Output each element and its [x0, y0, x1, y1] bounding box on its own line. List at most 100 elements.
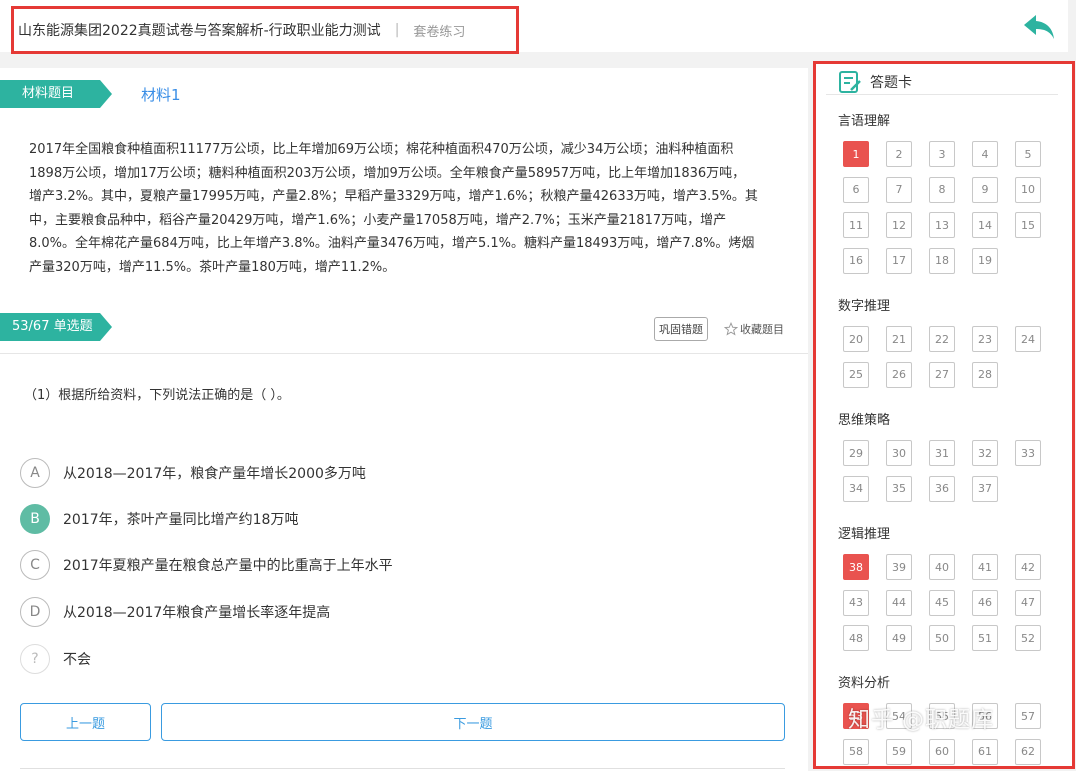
- question-cell-45[interactable]: 45: [929, 589, 955, 616]
- question-cell-46[interactable]: 46: [972, 589, 998, 616]
- section-title: 数字推理: [838, 299, 891, 314]
- question-cell-62[interactable]: 62: [1015, 738, 1041, 765]
- option-letter: D: [20, 597, 50, 627]
- question-stem: （1）根据所给资料，下列说法正确的是（ ）。: [24, 388, 290, 403]
- option-text: 不会: [63, 652, 91, 668]
- question-cell-38[interactable]: 38: [843, 554, 869, 580]
- return-arrow-icon: [1024, 15, 1054, 39]
- question-cell-7[interactable]: 7: [886, 176, 912, 203]
- passage-line: 1898万公顷，增加17万公顷；糖料种植面积203万公顷，增加9万公顷。全年粮食…: [29, 165, 746, 181]
- star-icon: [724, 322, 738, 336]
- material-link[interactable]: 材料1: [141, 84, 181, 105]
- question-cell-15[interactable]: 15: [1015, 212, 1041, 238]
- top-bar: 山东能源集团2022真题试卷与答案解析-行政职业能力测试 | 套卷练习: [0, 0, 1068, 54]
- option-d[interactable]: D 从2018—2017年粮食产量增长率逐年提高: [20, 597, 330, 627]
- practice-mode-label: 套卷练习: [413, 24, 466, 40]
- question-cell-16[interactable]: 16: [843, 247, 869, 274]
- question-cell-28[interactable]: 28: [972, 361, 998, 388]
- question-cell-60[interactable]: 60: [929, 738, 955, 765]
- question-cell-43[interactable]: 43: [843, 589, 869, 616]
- question-cell-20[interactable]: 20: [843, 326, 869, 352]
- back-button[interactable]: [1022, 12, 1056, 42]
- question-cell-19[interactable]: 19: [972, 247, 998, 274]
- question-cell-35[interactable]: 35: [886, 475, 912, 502]
- question-mark-icon: ?: [20, 644, 50, 674]
- option-unknown[interactable]: ? 不会: [20, 644, 91, 674]
- option-letter: B: [20, 504, 50, 534]
- question-number-tag: 53/67 单选题: [0, 313, 112, 341]
- divider: [0, 353, 808, 354]
- question-cell-61[interactable]: 61: [972, 738, 998, 765]
- question-cell-1[interactable]: 1: [843, 141, 869, 167]
- question-cell-42[interactable]: 42: [1015, 554, 1041, 580]
- question-cell-58[interactable]: 58: [843, 738, 869, 765]
- question-cell-39[interactable]: 39: [886, 554, 912, 580]
- answer-card-header: 答题卡: [838, 70, 912, 94]
- question-cell-17[interactable]: 17: [886, 247, 912, 274]
- question-cell-48[interactable]: 48: [843, 625, 869, 651]
- question-cell-29[interactable]: 29: [843, 440, 869, 466]
- option-letter: C: [20, 550, 50, 580]
- question-cell-41[interactable]: 41: [972, 554, 998, 580]
- question-cell-47[interactable]: 47: [1015, 589, 1041, 616]
- favorite-label: 收藏题目: [740, 323, 784, 336]
- question-cell-40[interactable]: 40: [929, 554, 955, 580]
- question-cell-12[interactable]: 12: [886, 212, 912, 238]
- question-cell-34[interactable]: 34: [843, 475, 869, 502]
- question-cell-13[interactable]: 13: [929, 212, 955, 238]
- divider: [826, 94, 1058, 95]
- option-c[interactable]: C 2017年夏粮产量在粮食总产量中的比重高于上年水平: [20, 550, 393, 580]
- question-cell-27[interactable]: 27: [929, 361, 955, 388]
- question-cell-11[interactable]: 11: [843, 212, 869, 238]
- question-cell-36[interactable]: 36: [929, 475, 955, 502]
- question-cell-37[interactable]: 37: [972, 475, 998, 502]
- option-text: 从2018—2017年，粮食产量年增长2000多万吨: [63, 466, 366, 482]
- prev-question-button[interactable]: 上一题: [20, 703, 151, 741]
- question-cell-49[interactable]: 49: [886, 625, 912, 651]
- passage-line: 2017年全国粮食种植面积11177万公顷，比上年增加69万公顷；棉花种植面积4…: [29, 142, 734, 157]
- material-tag: 材料题目: [0, 80, 112, 108]
- question-cell-51[interactable]: 51: [972, 625, 998, 651]
- divider: [20, 768, 785, 769]
- question-cell-18[interactable]: 18: [929, 247, 955, 274]
- question-cell-54[interactable]: 54: [886, 703, 912, 729]
- question-cell-3[interactable]: 3: [929, 141, 955, 167]
- question-cell-31[interactable]: 31: [929, 440, 955, 466]
- passage-line: 中，主要粮食品种中，稻谷产量20429万吨，增产1.6%；小麦产量17058万吨…: [29, 212, 727, 228]
- option-a[interactable]: A 从2018—2017年，粮食产量年增长2000多万吨: [20, 458, 366, 488]
- question-cell-55[interactable]: 55: [929, 703, 955, 729]
- question-cell-5[interactable]: 5: [1015, 141, 1041, 167]
- question-cell-32[interactable]: 32: [972, 440, 998, 466]
- next-question-button[interactable]: 下一题: [161, 703, 785, 741]
- question-cell-30[interactable]: 30: [886, 440, 912, 466]
- question-cell-24[interactable]: 24: [1015, 326, 1041, 352]
- question-cell-52[interactable]: 52: [1015, 625, 1041, 651]
- question-cell-23[interactable]: 23: [972, 326, 998, 352]
- question-cell-50[interactable]: 50: [929, 625, 955, 651]
- passage-line: 8.0%。全年棉花产量684万吨，比上年增产3.8%。油料产量3476万吨，增产…: [29, 236, 755, 252]
- question-cell-26[interactable]: 26: [886, 361, 912, 388]
- answer-card-title: 答题卡: [870, 75, 912, 91]
- question-cell-53[interactable]: 53: [843, 703, 869, 729]
- consolidate-wrong-button[interactable]: 巩固错题: [654, 317, 708, 341]
- question-cell-2[interactable]: 2: [886, 141, 912, 167]
- favorite-button[interactable]: 收藏题目: [724, 321, 784, 337]
- question-cell-56[interactable]: 56: [972, 703, 998, 729]
- question-cell-25[interactable]: 25: [843, 361, 869, 388]
- passage-line: 产量320万吨，增产11.5%。茶叶产量180万吨，增产11.2%。: [29, 259, 396, 275]
- question-cell-6[interactable]: 6: [843, 176, 869, 203]
- question-cell-59[interactable]: 59: [886, 738, 912, 765]
- question-cell-9[interactable]: 9: [972, 176, 998, 203]
- question-cell-10[interactable]: 10: [1015, 176, 1041, 203]
- question-cell-4[interactable]: 4: [972, 141, 998, 167]
- question-cell-22[interactable]: 22: [929, 326, 955, 352]
- answer-card: 答题卡 言语理解 1 2 3 4 5 6 7 8 9 10 11 12 13 14 15 16 17 18 19 数字推…: [813, 61, 1075, 769]
- question-cell-14[interactable]: 14: [972, 212, 998, 238]
- question-cell-57[interactable]: 57: [1015, 703, 1041, 729]
- question-cell-33[interactable]: 33: [1015, 440, 1041, 466]
- option-b[interactable]: B 2017年，茶叶产量同比增产约18万吨: [20, 504, 298, 534]
- question-cell-8[interactable]: 8: [929, 176, 955, 203]
- question-cell-44[interactable]: 44: [886, 589, 912, 616]
- question-cell-21[interactable]: 21: [886, 326, 912, 352]
- section-title: 思维策略: [838, 413, 891, 428]
